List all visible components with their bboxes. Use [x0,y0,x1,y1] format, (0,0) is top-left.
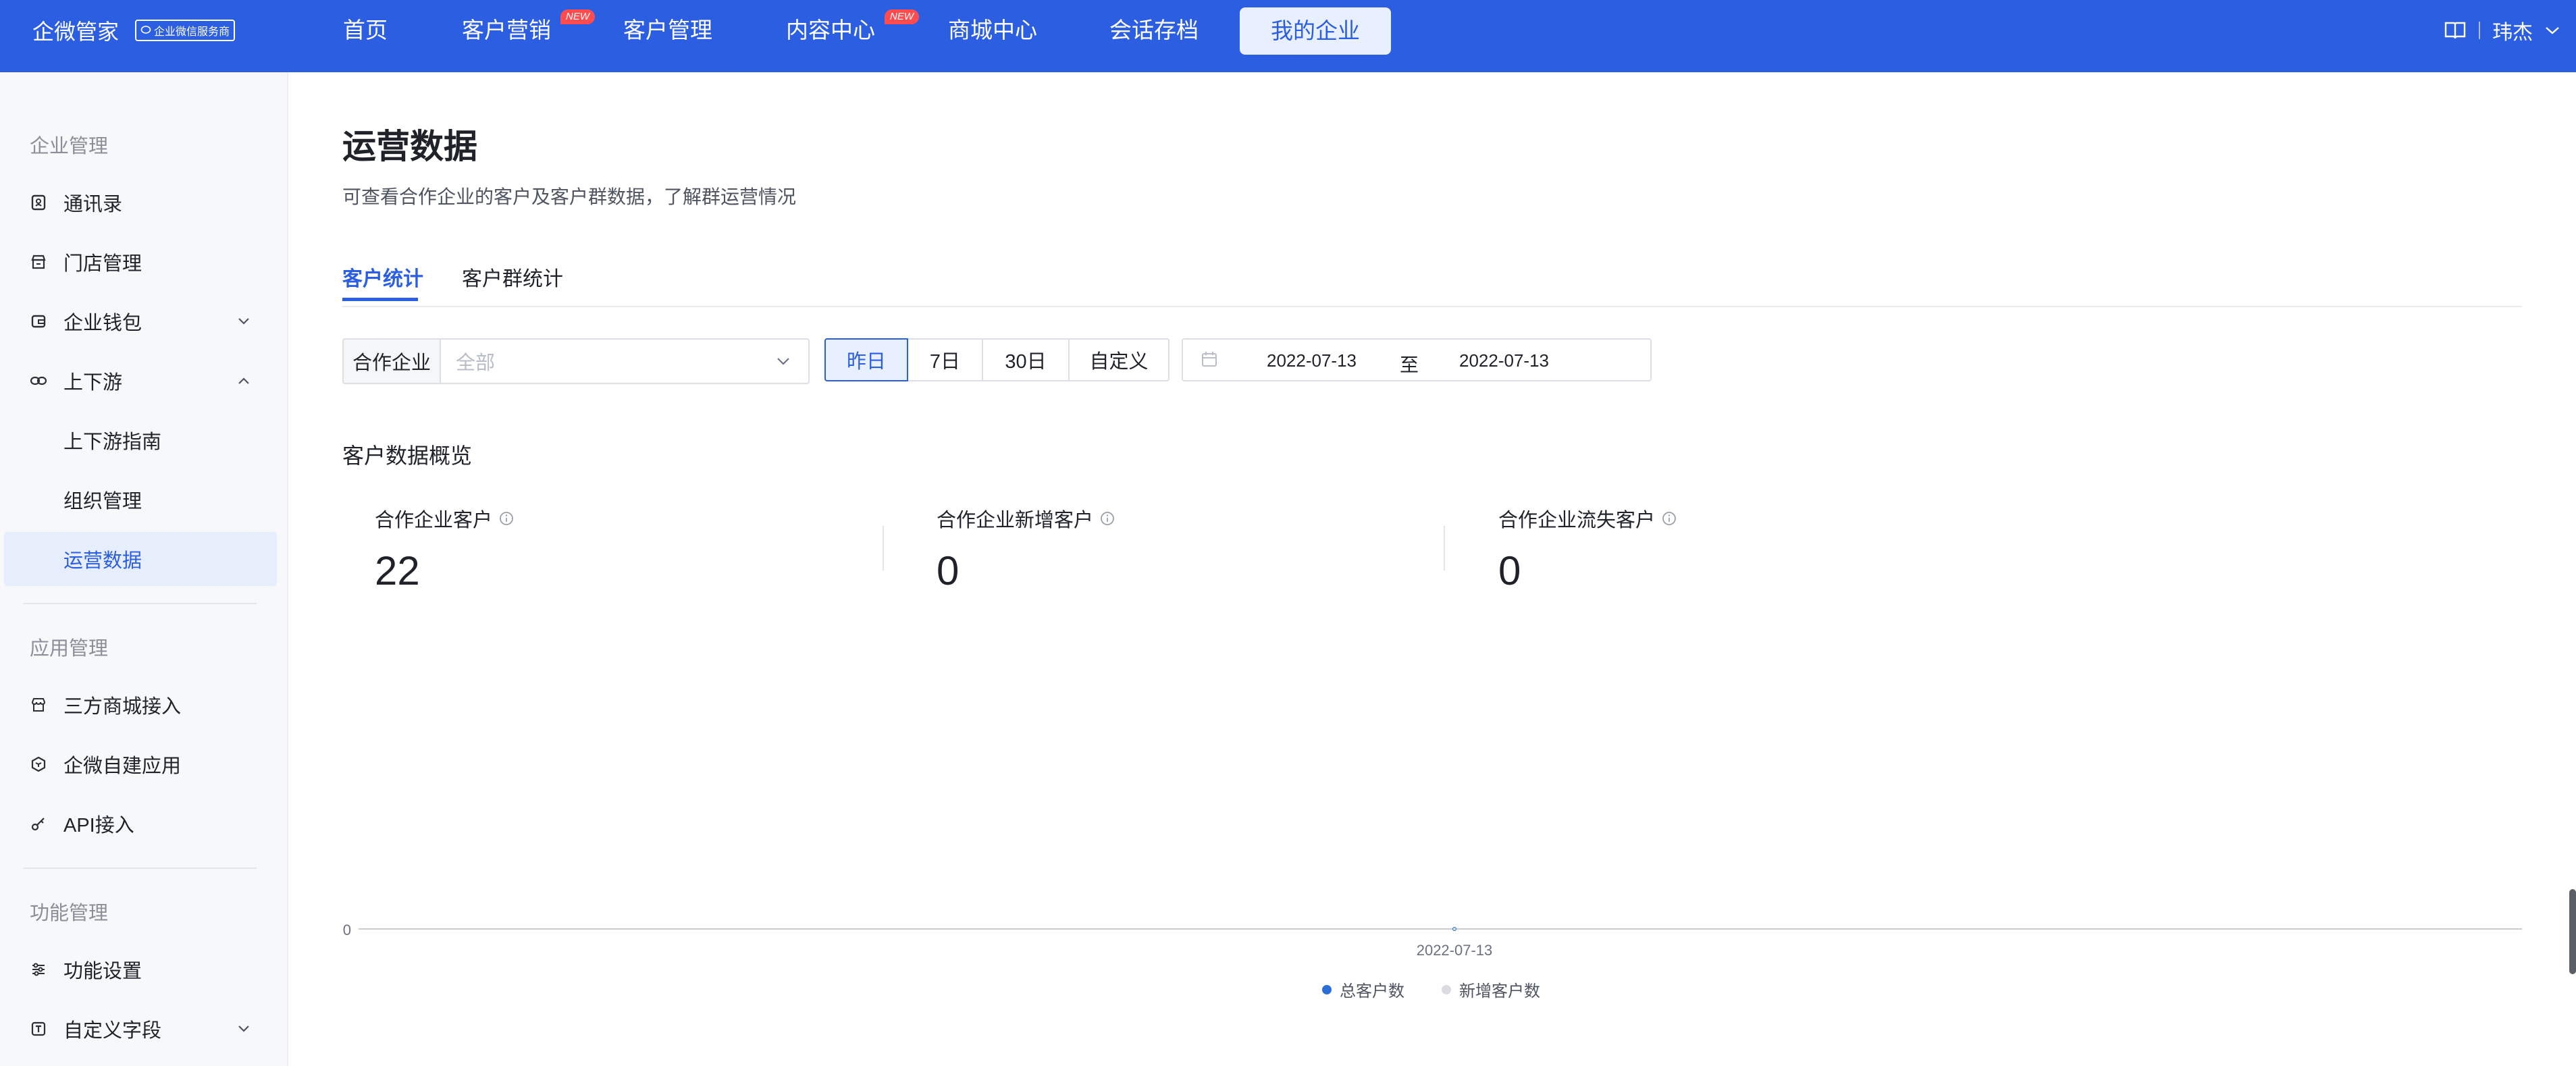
sidebar-subitem-organization[interactable]: 组织管理 [0,473,287,527]
legend-swatch [1442,984,1451,994]
legend-label: 总客户数 [1340,982,1404,1001]
sidebar-item-label: 企业钱包 [63,313,142,334]
sidebar-item-custom-app[interactable]: 企微自建应用 [0,737,287,791]
nav-item-mall-center[interactable]: 商城中心 [948,0,1037,61]
brand[interactable]: 企微管家 企业微信服务商 [32,0,236,61]
sidebar-item-label: 上下游指南 [63,431,162,453]
sidebar-item-label: 通讯录 [63,194,123,215]
legend-item-new[interactable]: 新增客户数 [1442,978,1540,1001]
nav-item-customer-management[interactable]: 客户管理 [623,0,712,61]
sidebar-item-upstream-downstream[interactable]: 上下游 [0,354,287,408]
sidebar-item-store[interactable]: 门店管理 [0,235,287,289]
nav-item-home[interactable]: 首页 [343,0,388,61]
nav-item-label: 客户管理 [623,18,712,43]
legend-item-total[interactable]: 总客户数 [1322,978,1404,1001]
chevron-up-icon [238,377,249,384]
nav-item-content-center[interactable]: 内容中心 NEW [786,0,919,61]
sidebar: 企业管理 通讯录 门店管理 企业钱包 上下游 上下游指南 组织管理 运营数据 应… [0,72,288,1066]
legend-label: 新增客户数 [1459,982,1540,1001]
sidebar-subitem-guide[interactable]: 上下游指南 [0,413,287,467]
sidebar-group-enterprise: 企业管理 [30,136,109,157]
divider [2479,22,2480,39]
sidebar-group-features: 功能管理 [30,903,109,924]
top-navigation-bar: 企微管家 企业微信服务商 首页 客户营销 NEW 客户管理 内容中心 NEW 商… [0,0,2576,72]
sidebar-group-applications: 应用管理 [30,638,109,660]
data-point-new [1453,928,1456,930]
sidebar-item-contacts[interactable]: 通讯录 [0,176,287,230]
brand-badge-label: 企业微信服务商 [154,26,230,38]
top-right-tools: 玮杰 [2444,0,2560,61]
customer-trend-chart: 0 2022-07-13 [343,922,2522,959]
legend-swatch [1322,984,1332,994]
brand-badge: 企业微信服务商 [135,20,236,41]
sidebar-item-label: 三方商城接入 [63,696,182,718]
sidebar-item-third-party-mall[interactable]: 三方商城接入 [0,678,287,732]
y-tick-label: 0 [343,922,351,938]
new-badge: NEW [885,9,919,24]
sidebar-item-label: API接入 [63,815,134,836]
sidebar-item-label: 门店管理 [63,253,142,275]
chevron-down-icon [238,1025,249,1032]
nav-item-label: 客户营销 [462,18,551,43]
sidebar-item-label: 上下游 [63,372,123,394]
x-tick-label: 2022-07-13 [1417,942,1493,959]
contacts-icon [30,194,47,211]
nav-item-label: 首页 [343,18,388,43]
wallet-icon [30,313,47,330]
api-icon [30,815,47,832]
chat-bubble-icon [140,26,151,34]
main-content: 运营数据 可查看合作企业的客户及客户群数据，了解群运营情况 客户统计 客户群统计… [288,72,2576,1066]
user-name[interactable]: 玮杰 [2492,16,2533,45]
nav-item-customer-marketing[interactable]: 客户营销 NEW [462,0,595,61]
sidebar-item-wallet[interactable]: 企业钱包 [0,294,287,348]
sidebar-item-custom-fields[interactable]: 自定义字段 [0,1002,287,1056]
cube-icon [30,755,47,773]
sidebar-item-label: 功能设置 [63,961,142,982]
sidebar-subitem-operations-data[interactable]: 运营数据 [4,532,277,586]
text-field-icon [30,1020,47,1038]
range-yesterday-button[interactable]: 昨日 [824,338,908,381]
sidebar-item-feature-settings[interactable]: 功能设置 [0,942,287,996]
scrollbar-thumb[interactable] [2569,889,2576,974]
sidebar-item-api[interactable]: API接入 [0,797,287,851]
chevron-down-icon[interactable] [2545,26,2560,35]
sidebar-item-label: 企微自建应用 [63,755,182,777]
brand-name: 企微管家 [32,20,120,44]
sidebar-item-label: 组织管理 [63,491,142,512]
nav-item-my-enterprise[interactable]: 我的企业 [1240,7,1391,55]
nav-item-label: 商城中心 [948,18,1037,43]
shop-icon [30,696,47,714]
chevron-down-icon [238,318,249,325]
store-icon [30,253,47,271]
sidebar-item-label: 运营数据 [63,550,142,572]
nav-item-label: 会话存档 [1109,18,1199,43]
sidebar-divider [23,868,257,869]
link-icon [30,372,47,390]
sidebar-divider [23,603,257,604]
sidebar-item-label: 自定义字段 [63,1020,162,1042]
nav-item-label: 内容中心 [786,18,875,43]
nav-item-chat-archive[interactable]: 会话存档 [1109,0,1199,61]
new-badge: NEW [560,9,595,24]
sliders-icon [30,961,47,978]
book-icon[interactable] [2444,20,2467,41]
